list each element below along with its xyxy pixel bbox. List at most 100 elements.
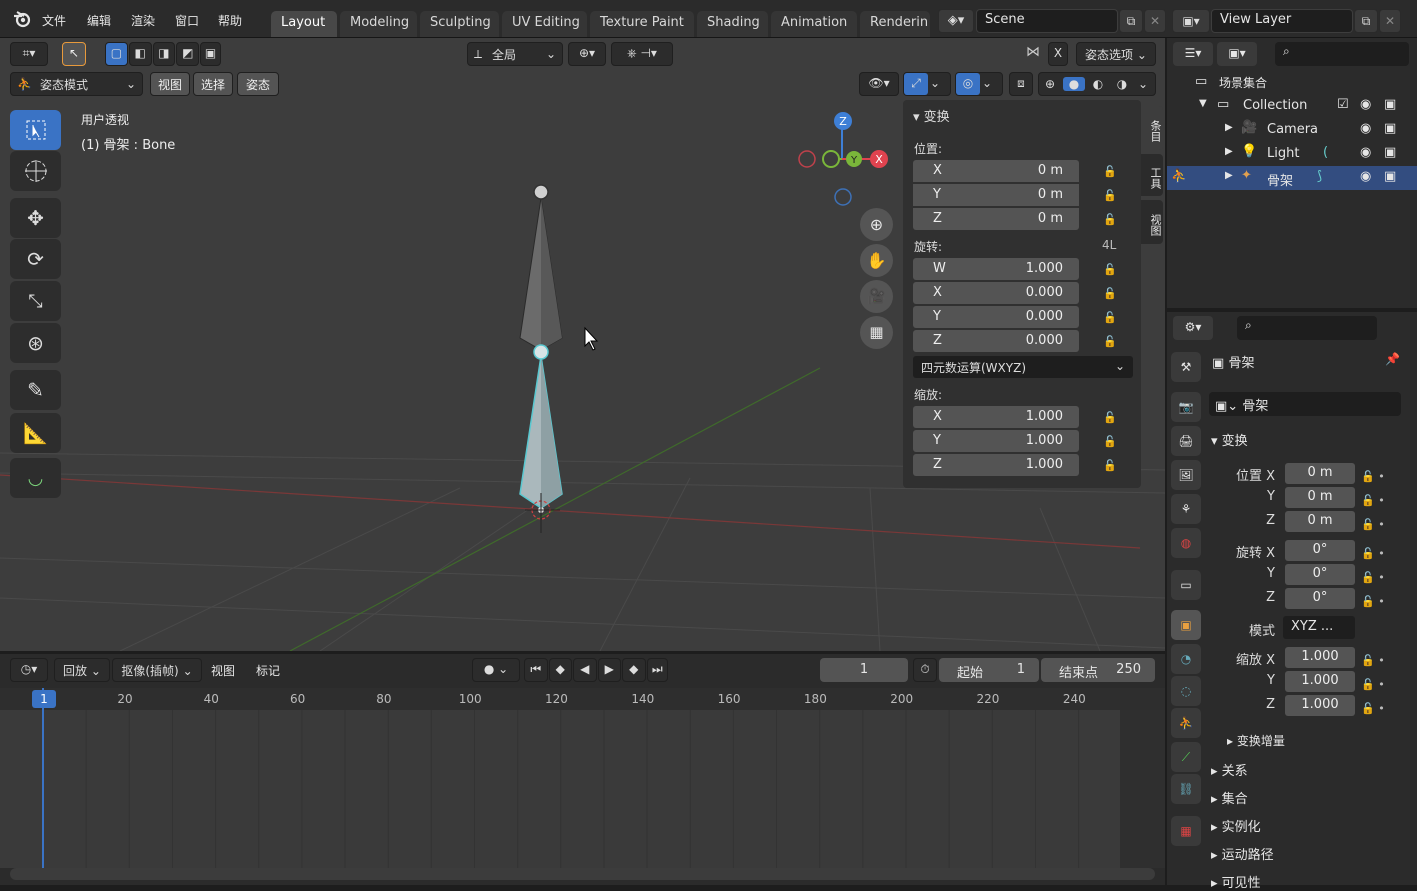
rotation-mode-dropdown[interactable]: 四元数运算(WXYZ) ⌄ xyxy=(913,356,1133,378)
menu-file[interactable]: 文件 xyxy=(42,12,66,29)
rotation-z-field[interactable]: Z 0.000 xyxy=(913,330,1079,352)
menu-pose[interactable]: 姿态 xyxy=(237,72,279,96)
transform-section-header[interactable]: ▾ 变换 xyxy=(1211,430,1248,449)
pivot-point-dropdown[interactable]: ⊕▾ xyxy=(568,42,606,66)
tab-view[interactable]: 视图 xyxy=(1141,200,1163,244)
play-icon[interactable]: ▶ xyxy=(597,658,621,682)
tool-relax-pose[interactable]: ◡ xyxy=(10,458,61,498)
tool-rotate[interactable]: ⟳ xyxy=(10,239,61,279)
menu-edit[interactable]: 编辑 xyxy=(87,12,111,29)
tool-scale[interactable]: ⤡ xyxy=(10,281,61,321)
select-intersect-icon[interactable]: ▣ xyxy=(200,42,222,66)
tool-properties-tab[interactable]: ⚒ xyxy=(1171,352,1201,382)
transform-panel-header[interactable]: ▾ 变换 xyxy=(913,106,950,125)
pose-options-dropdown[interactable]: 姿态选项 ⌄ xyxy=(1076,42,1156,66)
menu-window[interactable]: 窗口 xyxy=(175,12,199,29)
jump-end-icon[interactable]: ⏭ xyxy=(646,658,669,682)
camera-view-icon[interactable]: 🎥 xyxy=(860,280,893,313)
transform-orientation-dropdown[interactable]: ⟂ 全局 ⌄ xyxy=(467,42,563,66)
tool-cursor[interactable] xyxy=(10,151,61,191)
lock-icon[interactable]: 🔓 • xyxy=(1361,465,1385,489)
select-subtract-icon[interactable]: ◨ xyxy=(152,42,176,66)
scene-selector-button[interactable]: ◈▾ xyxy=(938,9,974,33)
lock-icon[interactable]: 🔓 • xyxy=(1361,697,1385,721)
pan-hand-icon[interactable]: ✋ xyxy=(860,244,893,277)
current-frame-field[interactable]: 1 xyxy=(820,658,908,682)
lock-icon[interactable]: 🔓 • xyxy=(1361,542,1385,566)
location-y-field[interactable]: Y0 m xyxy=(913,184,1079,206)
timeline-editor-type-button[interactable]: ◷▾ xyxy=(10,658,48,682)
instancing-section[interactable]: ▸ 实例化 xyxy=(1211,816,1261,835)
checkbox-icon[interactable]: ☑ xyxy=(1337,97,1349,112)
camera-render-icon[interactable]: ▣ xyxy=(1384,169,1396,184)
timeline-view-menu[interactable]: 视图 xyxy=(211,662,235,679)
scale-y-field[interactable]: Y 1.000 xyxy=(913,430,1079,452)
lock-icon[interactable]: 🔓 • xyxy=(1361,590,1385,614)
new-scene-icon[interactable]: ⧉ xyxy=(1119,9,1143,33)
visibility-dropdown[interactable]: 👁▾ xyxy=(859,72,899,96)
remove-scene-icon[interactable]: ✕ xyxy=(1144,9,1166,33)
tab-modeling[interactable]: Modeling xyxy=(340,11,417,37)
end-frame-field[interactable]: 结束点 250 xyxy=(1041,658,1155,682)
wireframe-shading-icon[interactable]: ⊕ xyxy=(1039,77,1061,91)
lock-icon[interactable]: 🔓 • xyxy=(1361,566,1385,590)
outliner-item-camera[interactable]: ▶ 🎥 Camera ◉ ▣ xyxy=(1167,118,1417,142)
prop-scale-y[interactable]: 1.000 xyxy=(1285,671,1355,692)
lock-icon[interactable]: 🔓 xyxy=(1103,189,1117,202)
lock-icon[interactable]: 🔓 xyxy=(1103,459,1117,472)
gizmo-toggle[interactable]: ⤢ ⌄ xyxy=(903,72,951,96)
properties-search-input[interactable]: ⌕ xyxy=(1237,316,1377,340)
prop-rotation-x[interactable]: 0° xyxy=(1285,540,1355,561)
jump-start-icon[interactable]: ⏮ xyxy=(524,658,548,682)
tab-rendering[interactable]: Renderin xyxy=(860,11,930,37)
xray-toggle-icon[interactable]: ⧈ xyxy=(1009,72,1033,96)
remove-view-layer-icon[interactable]: ✕ xyxy=(1379,9,1401,33)
outliner-item-armature[interactable]: ⛹ ▶ ✦ 骨架 ⟆ ◉ ▣ xyxy=(1167,166,1417,190)
solid-shading-icon[interactable]: ● xyxy=(1063,77,1085,91)
timeline-marker-menu[interactable]: 标记 xyxy=(256,662,280,679)
play-reverse-icon[interactable]: ◀ xyxy=(573,658,597,682)
scene-name-field[interactable]: Scene xyxy=(976,9,1118,33)
outliner-editor-type-button[interactable]: ☰▾ xyxy=(1173,42,1213,66)
tool-transform[interactable]: ⊛ xyxy=(10,323,61,363)
stopwatch-icon[interactable]: ⏱ xyxy=(913,658,937,682)
collections-section[interactable]: ▸ 集合 xyxy=(1211,788,1248,807)
playhead-line[interactable] xyxy=(42,688,44,868)
lock-icon[interactable]: 🔓 • xyxy=(1361,649,1385,673)
menu-help[interactable]: 帮助 xyxy=(218,12,242,29)
scene-collection-row[interactable]: ▭ 场景集合 xyxy=(1167,70,1417,94)
prev-keyframe-icon[interactable]: ◆ xyxy=(548,658,572,682)
x-mirror-toggle[interactable]: X xyxy=(1048,42,1068,66)
overlay-toggle[interactable]: ◎ ⌄ xyxy=(955,72,1003,96)
motion-paths-section[interactable]: ▸ 运动路径 xyxy=(1211,844,1274,863)
lock-icon[interactable]: 🔓 xyxy=(1103,411,1117,424)
eye-icon[interactable]: ◉ xyxy=(1360,121,1371,136)
tab-layout[interactable]: Layout xyxy=(271,11,337,37)
tab-item[interactable]: 条目 xyxy=(1141,106,1163,150)
eye-icon[interactable]: ◉ xyxy=(1360,145,1371,160)
rotation-x-field[interactable]: X 0.000 xyxy=(913,282,1079,304)
scale-z-field[interactable]: Z 1.000 xyxy=(913,454,1079,476)
select-new-icon[interactable]: ▢ xyxy=(105,42,128,66)
start-frame-field[interactable]: 起始 1 xyxy=(939,658,1039,682)
lock-icon[interactable]: 🔓 • xyxy=(1361,673,1385,697)
chevron-down-icon[interactable]: ⌄ xyxy=(1135,77,1151,91)
lock-icon[interactable]: 🔓 • xyxy=(1361,513,1385,537)
armature-bones[interactable] xyxy=(519,184,563,533)
menu-render[interactable]: 渲染 xyxy=(131,12,155,29)
blender-logo-icon[interactable] xyxy=(12,10,32,28)
camera-render-icon[interactable]: ▣ xyxy=(1384,145,1396,160)
eye-icon[interactable]: ◉ xyxy=(1360,169,1371,184)
tab-uv-editing[interactable]: UV Editing xyxy=(502,11,587,37)
material-shading-icon[interactable]: ◐ xyxy=(1087,77,1109,91)
lock-icon[interactable]: 🔓 xyxy=(1103,435,1117,448)
scale-x-field[interactable]: X 1.000 xyxy=(913,406,1079,428)
mode-dropdown[interactable]: ⛹ 姿态模式 ⌄ xyxy=(10,72,143,96)
view-layer-selector-button[interactable]: ▣▾ xyxy=(1172,9,1210,33)
tool-annotate[interactable]: ✎ xyxy=(10,370,61,410)
tab-tool[interactable]: 工具 xyxy=(1141,154,1163,196)
horizontal-scrollbar[interactable] xyxy=(10,868,1155,880)
prop-location-x[interactable]: 0 m xyxy=(1285,463,1355,484)
tool-measure[interactable]: 📐 xyxy=(10,413,61,453)
delta-transform-subpanel[interactable]: ▸ 变换增量 xyxy=(1227,732,1285,749)
